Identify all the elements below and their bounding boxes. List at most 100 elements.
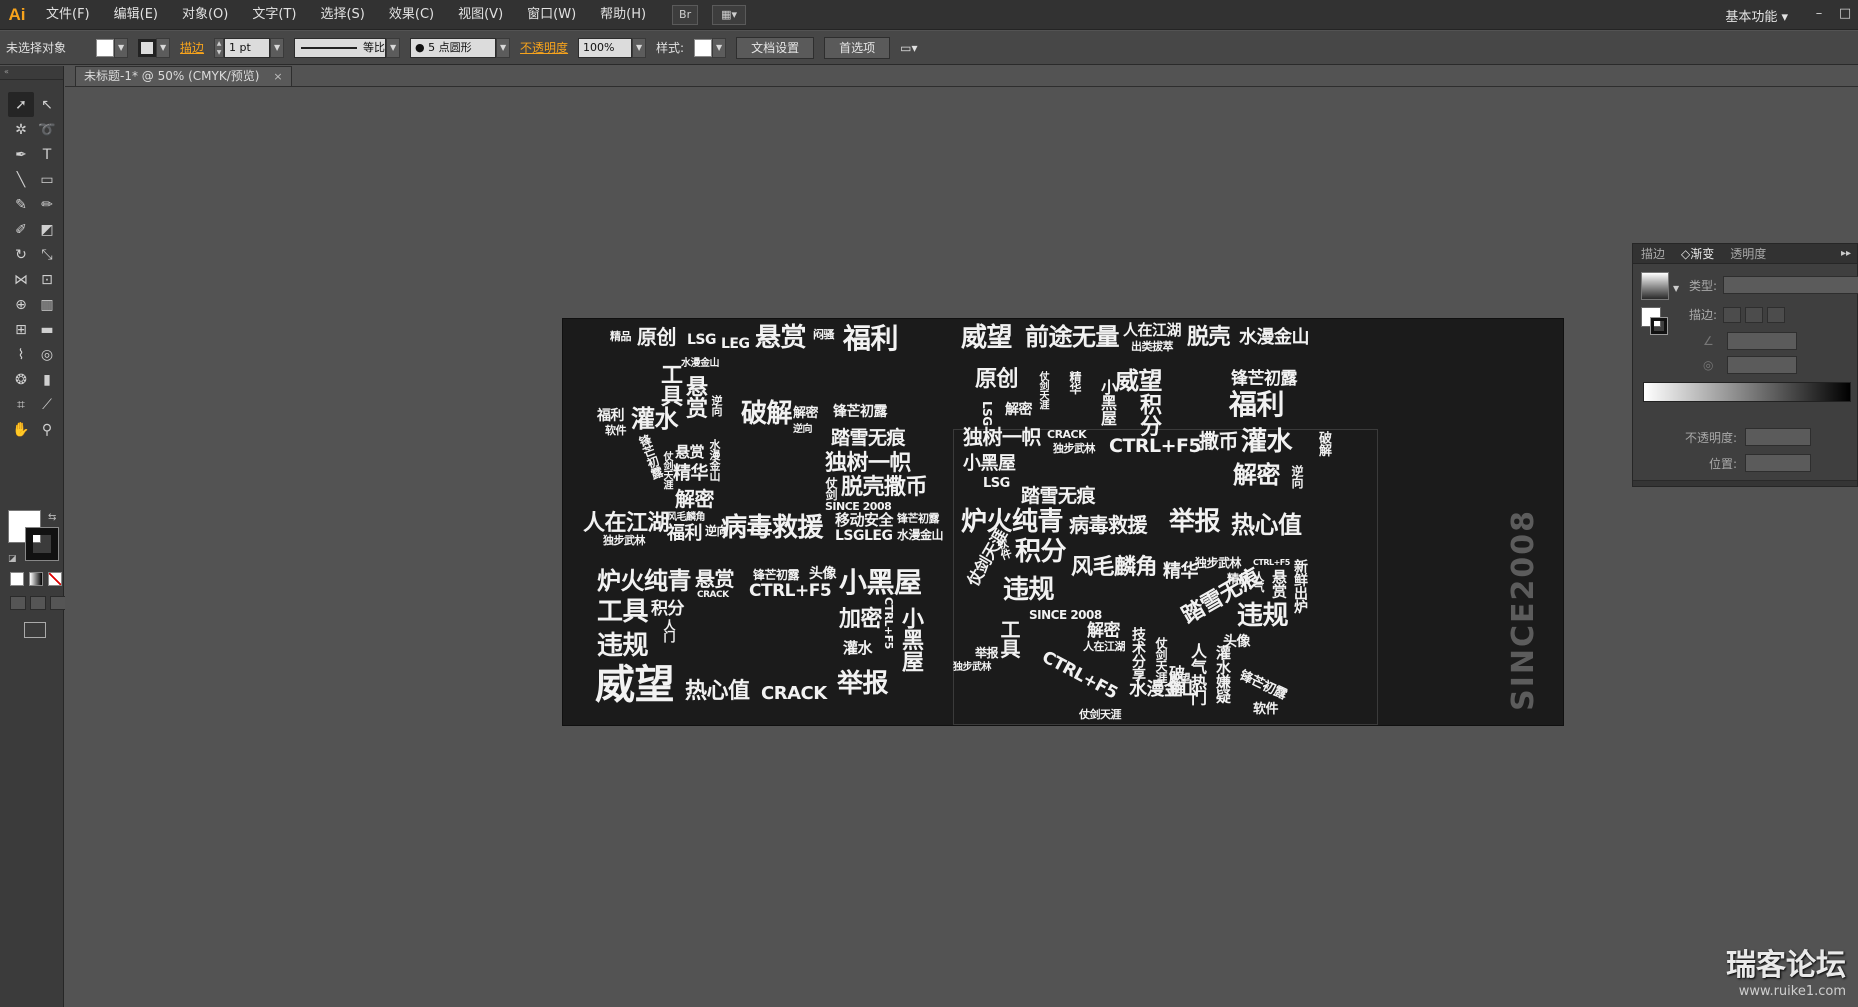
default-fill-stroke-icon[interactable]: ◪ xyxy=(8,554,17,564)
style-swatch[interactable] xyxy=(694,38,713,57)
artwork-word: 软件 xyxy=(605,424,627,437)
gradient-stroke-swatch[interactable] xyxy=(1650,317,1668,335)
column-graph-tool-icon[interactable]: ▮ xyxy=(34,367,60,392)
pasteboard[interactable]: 精品 原创 LSG LEG 悬赏 闷骚 福利 水漫金山 工具 悬赏 逆向 福利 软件 灌水 破解 解密 逆向 锋芒… xyxy=(65,86,1858,1007)
stroke-weight-stepper[interactable]: ▲ ▼ xyxy=(214,37,225,58)
stroke-link[interactable]: 描边 xyxy=(180,39,204,56)
hand-tool-icon[interactable]: ✋ xyxy=(8,417,34,442)
scale-tool-icon[interactable]: ⤡ xyxy=(34,242,60,267)
style-dropdown[interactable]: ▼ xyxy=(712,37,727,58)
stroke-along-icon[interactable] xyxy=(1745,306,1764,323)
stroke-color-swatch[interactable] xyxy=(25,527,59,561)
tab-gradient[interactable]: ◇渐变 xyxy=(1673,245,1722,262)
close-tab-icon[interactable]: × xyxy=(273,67,282,86)
zoom-tool-icon[interactable]: ⚲ xyxy=(34,417,60,442)
artwork-word: 独树一帜 xyxy=(963,425,1042,449)
selection-tool-icon[interactable]: ➚ xyxy=(8,92,34,117)
slice-tool-icon[interactable]: ⟋ xyxy=(34,392,60,417)
free-transform-tool-icon[interactable]: ⊡ xyxy=(34,267,60,292)
arrange-documents-button[interactable]: ▦▾ xyxy=(712,4,747,25)
opacity-dropdown[interactable]: ▼ xyxy=(632,37,647,58)
magic-wand-tool-icon[interactable]: ✲ xyxy=(8,117,34,142)
document-tab[interactable]: 未标题-1* @ 50% (CMYK/预览) × xyxy=(75,66,292,86)
menu-item[interactable]: 窗口(W) xyxy=(515,0,588,30)
type-tool-icon[interactable]: T xyxy=(34,142,60,167)
gradient-aspect-field[interactable] xyxy=(1727,356,1797,374)
artwork-word: 举报 xyxy=(1169,507,1221,537)
gradient-type-select[interactable] xyxy=(1723,276,1858,294)
draw-behind-icon[interactable] xyxy=(30,596,46,610)
menu-item[interactable]: 编辑(E) xyxy=(102,0,170,30)
tab-transparency[interactable]: 透明度 xyxy=(1722,245,1774,262)
opacity-link[interactable]: 不透明度 xyxy=(520,39,568,56)
pencil-tool-icon[interactable]: ✏ xyxy=(34,192,60,217)
gradient-slider[interactable] xyxy=(1643,382,1851,402)
line-segment-tool-icon[interactable]: ╲ xyxy=(8,167,34,192)
symbol-sprayer-tool-icon[interactable]: ❂ xyxy=(8,367,34,392)
swap-fill-stroke-icon[interactable]: ⇆ xyxy=(48,512,56,523)
none-mode-icon[interactable] xyxy=(48,572,62,586)
gradient-panel-resize-grip[interactable] xyxy=(1633,480,1857,486)
artboard-tool-icon[interactable]: ⌗ xyxy=(8,392,34,417)
artwork-word: 加密 xyxy=(839,607,883,632)
menu-item[interactable]: 选择(S) xyxy=(308,0,376,30)
stroke-profile-field[interactable]: 等比 xyxy=(294,37,387,58)
rectangle-tool-icon[interactable]: ▭ xyxy=(34,167,60,192)
perspective-grid-tool-icon[interactable]: ▥ xyxy=(34,292,60,317)
control-panel-menu[interactable]: ▭▾ xyxy=(900,41,917,55)
fill-swatch[interactable] xyxy=(96,38,115,57)
stroke-within-icon[interactable] xyxy=(1723,306,1742,323)
eraser-tool-icon[interactable]: ◩ xyxy=(34,217,60,242)
bridge-button[interactable]: Br xyxy=(672,4,699,25)
stroke-profile-dropdown[interactable]: ▼ xyxy=(386,37,401,58)
gradient-angle-row: ∠ xyxy=(1703,332,1797,350)
gradient-thumbnail-dropdown[interactable]: ▼ xyxy=(1673,284,1679,293)
stroke-weight-field[interactable]: 1 pt xyxy=(224,37,271,58)
gradient-opacity-field[interactable] xyxy=(1745,428,1811,446)
menu-item[interactable]: 文件(F) xyxy=(34,0,102,30)
stroke-dropdown[interactable]: ▼ xyxy=(156,37,171,58)
gradient-location-field[interactable] xyxy=(1745,454,1811,472)
draw-inside-icon[interactable] xyxy=(50,596,66,610)
brush-field[interactable]: ● 5 点圆形 xyxy=(410,37,497,58)
color-mode-icon[interactable] xyxy=(10,572,24,586)
rotate-tool-icon[interactable]: ↻ xyxy=(8,242,34,267)
workspace-switcher[interactable]: 基本功能 ▾ xyxy=(1707,6,1806,25)
gradient-mode-icon[interactable] xyxy=(29,572,43,586)
opacity-field[interactable]: 100% xyxy=(578,37,633,58)
stroke-weight-dropdown[interactable]: ▼ xyxy=(270,37,285,58)
shape-builder-tool-icon[interactable]: ⊕ xyxy=(8,292,34,317)
maximize-button[interactable]: □ xyxy=(1832,5,1858,25)
screen-mode-icon[interactable] xyxy=(24,622,46,638)
lasso-tool-icon[interactable]: ➰ xyxy=(34,117,60,142)
gradient-thumbnail[interactable] xyxy=(1641,272,1669,300)
menu-item[interactable]: 对象(O) xyxy=(170,0,240,30)
blob-brush-tool-icon[interactable]: ✐ xyxy=(8,217,34,242)
blend-tool-icon[interactable]: ◎ xyxy=(34,342,60,367)
stroke-swatch[interactable] xyxy=(138,38,157,57)
artwork-word: 锋芒初露 xyxy=(897,512,940,525)
fill-dropdown[interactable]: ▼ xyxy=(114,37,129,58)
pen-tool-icon[interactable]: ✒ xyxy=(8,142,34,167)
paintbrush-tool-icon[interactable]: ✎ xyxy=(8,192,34,217)
menu-item[interactable]: 文字(T) xyxy=(240,0,308,30)
menu-item[interactable]: 帮助(H) xyxy=(588,0,658,30)
preferences-button[interactable]: 首选项 xyxy=(824,36,891,59)
artboard[interactable]: 精品 原创 LSG LEG 悬赏 闷骚 福利 水漫金山 工具 悬赏 逆向 福利 软件 灌水 破解 解密 逆向 锋芒… xyxy=(563,319,1563,725)
panel-menu-icon[interactable]: ▸▸ xyxy=(1841,248,1857,259)
direct-selection-tool-icon[interactable]: ↖ xyxy=(34,92,60,117)
mesh-tool-icon[interactable]: ⊞ xyxy=(8,317,34,342)
gradient-angle-field[interactable] xyxy=(1727,332,1797,350)
gradient-tool-icon[interactable]: ▬ xyxy=(34,317,60,342)
minimize-button[interactable]: – xyxy=(1806,5,1832,25)
stroke-across-icon[interactable] xyxy=(1767,306,1786,323)
width-tool-icon[interactable]: ⋈ xyxy=(8,267,34,292)
menu-item[interactable]: 视图(V) xyxy=(446,0,515,30)
draw-normal-icon[interactable] xyxy=(10,596,26,610)
eyedropper-tool-icon[interactable]: ⌇ xyxy=(8,342,34,367)
tools-panel-collapse[interactable]: « xyxy=(0,66,63,80)
menu-item[interactable]: 效果(C) xyxy=(377,0,446,30)
document-setup-button[interactable]: 文档设置 xyxy=(736,36,815,59)
tab-stroke[interactable]: 描边 xyxy=(1633,245,1673,262)
brush-dropdown[interactable]: ▼ xyxy=(496,37,511,58)
